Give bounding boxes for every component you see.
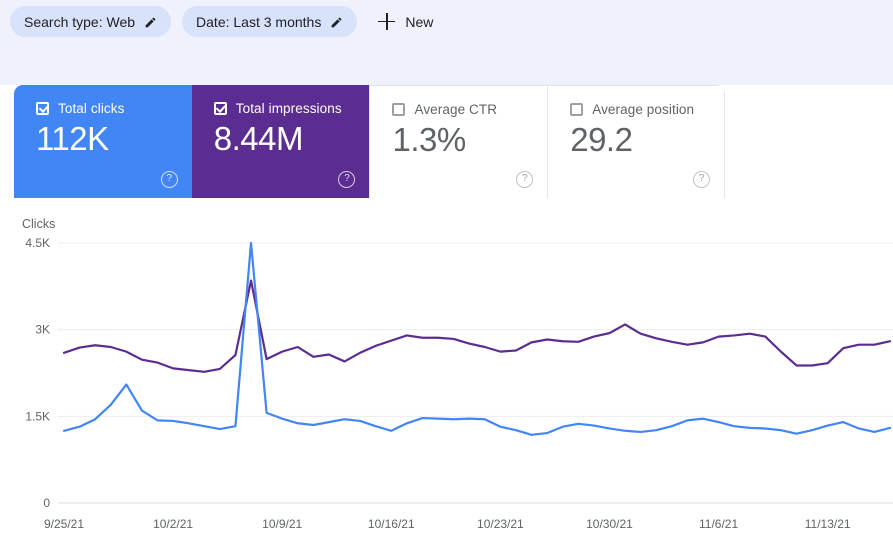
chart-gridlines bbox=[58, 242, 893, 504]
performance-chart[interactable]: 0 1.5K 3K 4.5K 9/25/21 10/2/21 10/9/21 10/16/2… bbox=[0, 198, 893, 549]
chart-canvas: 0 1.5K 3K 4.5K 9/25/21 10/2/21 10/9/21 10/16/2… bbox=[22, 217, 893, 531]
metric-card-header: Total impressions bbox=[213, 100, 370, 116]
metric-card-header: Total clicks bbox=[36, 100, 192, 116]
chart-x-tick-label: 10/2/21 bbox=[153, 517, 193, 531]
pencil-icon bbox=[144, 16, 157, 29]
chart-y-tick-label: 1.5K bbox=[25, 409, 50, 423]
metric-value-average-ctr: 1.3% bbox=[392, 121, 466, 158]
chart-x-tick-label: 10/30/21 bbox=[586, 517, 633, 531]
filter-chip-search-type-label: Search type: Web bbox=[24, 13, 136, 30]
chart-x-tick-label: 9/25/21 bbox=[44, 517, 84, 531]
chart-x-axis-labels: 9/25/21 10/2/21 10/9/21 10/16/21 10/23/21 10/… bbox=[44, 517, 851, 531]
metric-cards-row: Total clicks 112K ? Total impressions 8.… bbox=[14, 85, 725, 198]
metric-label-average-position: Average position bbox=[592, 101, 695, 117]
chart-y-axis-title: Clicks bbox=[22, 217, 55, 231]
chart-x-tick-label: 10/23/21 bbox=[477, 517, 524, 531]
chart-x-tick-label: 11/6/21 bbox=[699, 517, 738, 531]
pencil-icon bbox=[330, 16, 343, 29]
plus-icon bbox=[378, 13, 396, 30]
filter-chip-date-label: Date: Last 3 months bbox=[196, 13, 322, 30]
help-icon[interactable]: ? bbox=[516, 171, 534, 188]
help-icon[interactable]: ? bbox=[692, 171, 710, 188]
filter-chip-date[interactable]: Date: Last 3 months bbox=[182, 6, 358, 37]
checkbox-average-ctr[interactable] bbox=[392, 102, 406, 116]
metric-card-header: Average CTR bbox=[392, 101, 547, 117]
metric-card-total-impressions[interactable]: Total impressions 8.44M ? bbox=[191, 85, 370, 198]
metric-label-total-impressions: Total impressions bbox=[235, 100, 342, 116]
chart-x-tick-label: 10/16/21 bbox=[368, 517, 415, 531]
metric-value-total-clicks: 112K bbox=[36, 120, 109, 157]
checkbox-total-impressions[interactable] bbox=[213, 101, 227, 115]
chart-series-lines bbox=[62, 241, 892, 436]
metric-value-total-impressions: 8.44M bbox=[213, 120, 304, 157]
metric-label-total-clicks: Total clicks bbox=[58, 100, 125, 116]
metric-card-average-position[interactable]: Average position 29.2 ? bbox=[547, 85, 725, 198]
checkbox-total-clicks[interactable] bbox=[36, 101, 49, 115]
metric-card-total-clicks[interactable]: Total clicks 112K ? bbox=[14, 85, 192, 198]
filter-bar: Search type: Web Date: Last 3 months New bbox=[0, 0, 893, 85]
metric-label-average-ctr: Average CTR bbox=[414, 101, 498, 117]
filter-chip-search-type[interactable]: Search type: Web bbox=[10, 6, 172, 37]
metric-value-average-position: 29.2 bbox=[570, 121, 633, 158]
new-filter-button-label: New bbox=[405, 13, 434, 30]
chart-y-tick-label: 3K bbox=[35, 323, 50, 337]
chart-line-total-impressions bbox=[62, 279, 892, 373]
new-filter-button[interactable]: New bbox=[376, 6, 439, 37]
chart-y-tick-label: 4.5K bbox=[25, 236, 50, 250]
metric-card-header: Average position bbox=[570, 101, 724, 117]
chart-x-tick-label: 10/9/21 bbox=[262, 517, 302, 531]
metric-card-average-ctr[interactable]: Average CTR 1.3% ? bbox=[369, 85, 548, 198]
checkbox-average-position[interactable] bbox=[570, 102, 584, 116]
chart-x-tick-label: 11/13/21 bbox=[805, 517, 851, 531]
help-icon[interactable]: ? bbox=[160, 171, 178, 188]
chart-line-total-clicks bbox=[62, 241, 892, 436]
help-icon[interactable]: ? bbox=[338, 171, 356, 188]
chart-y-axis-labels: 0 1.5K 3K 4.5K bbox=[25, 236, 50, 510]
chart-y-tick-label: 0 bbox=[43, 496, 50, 510]
